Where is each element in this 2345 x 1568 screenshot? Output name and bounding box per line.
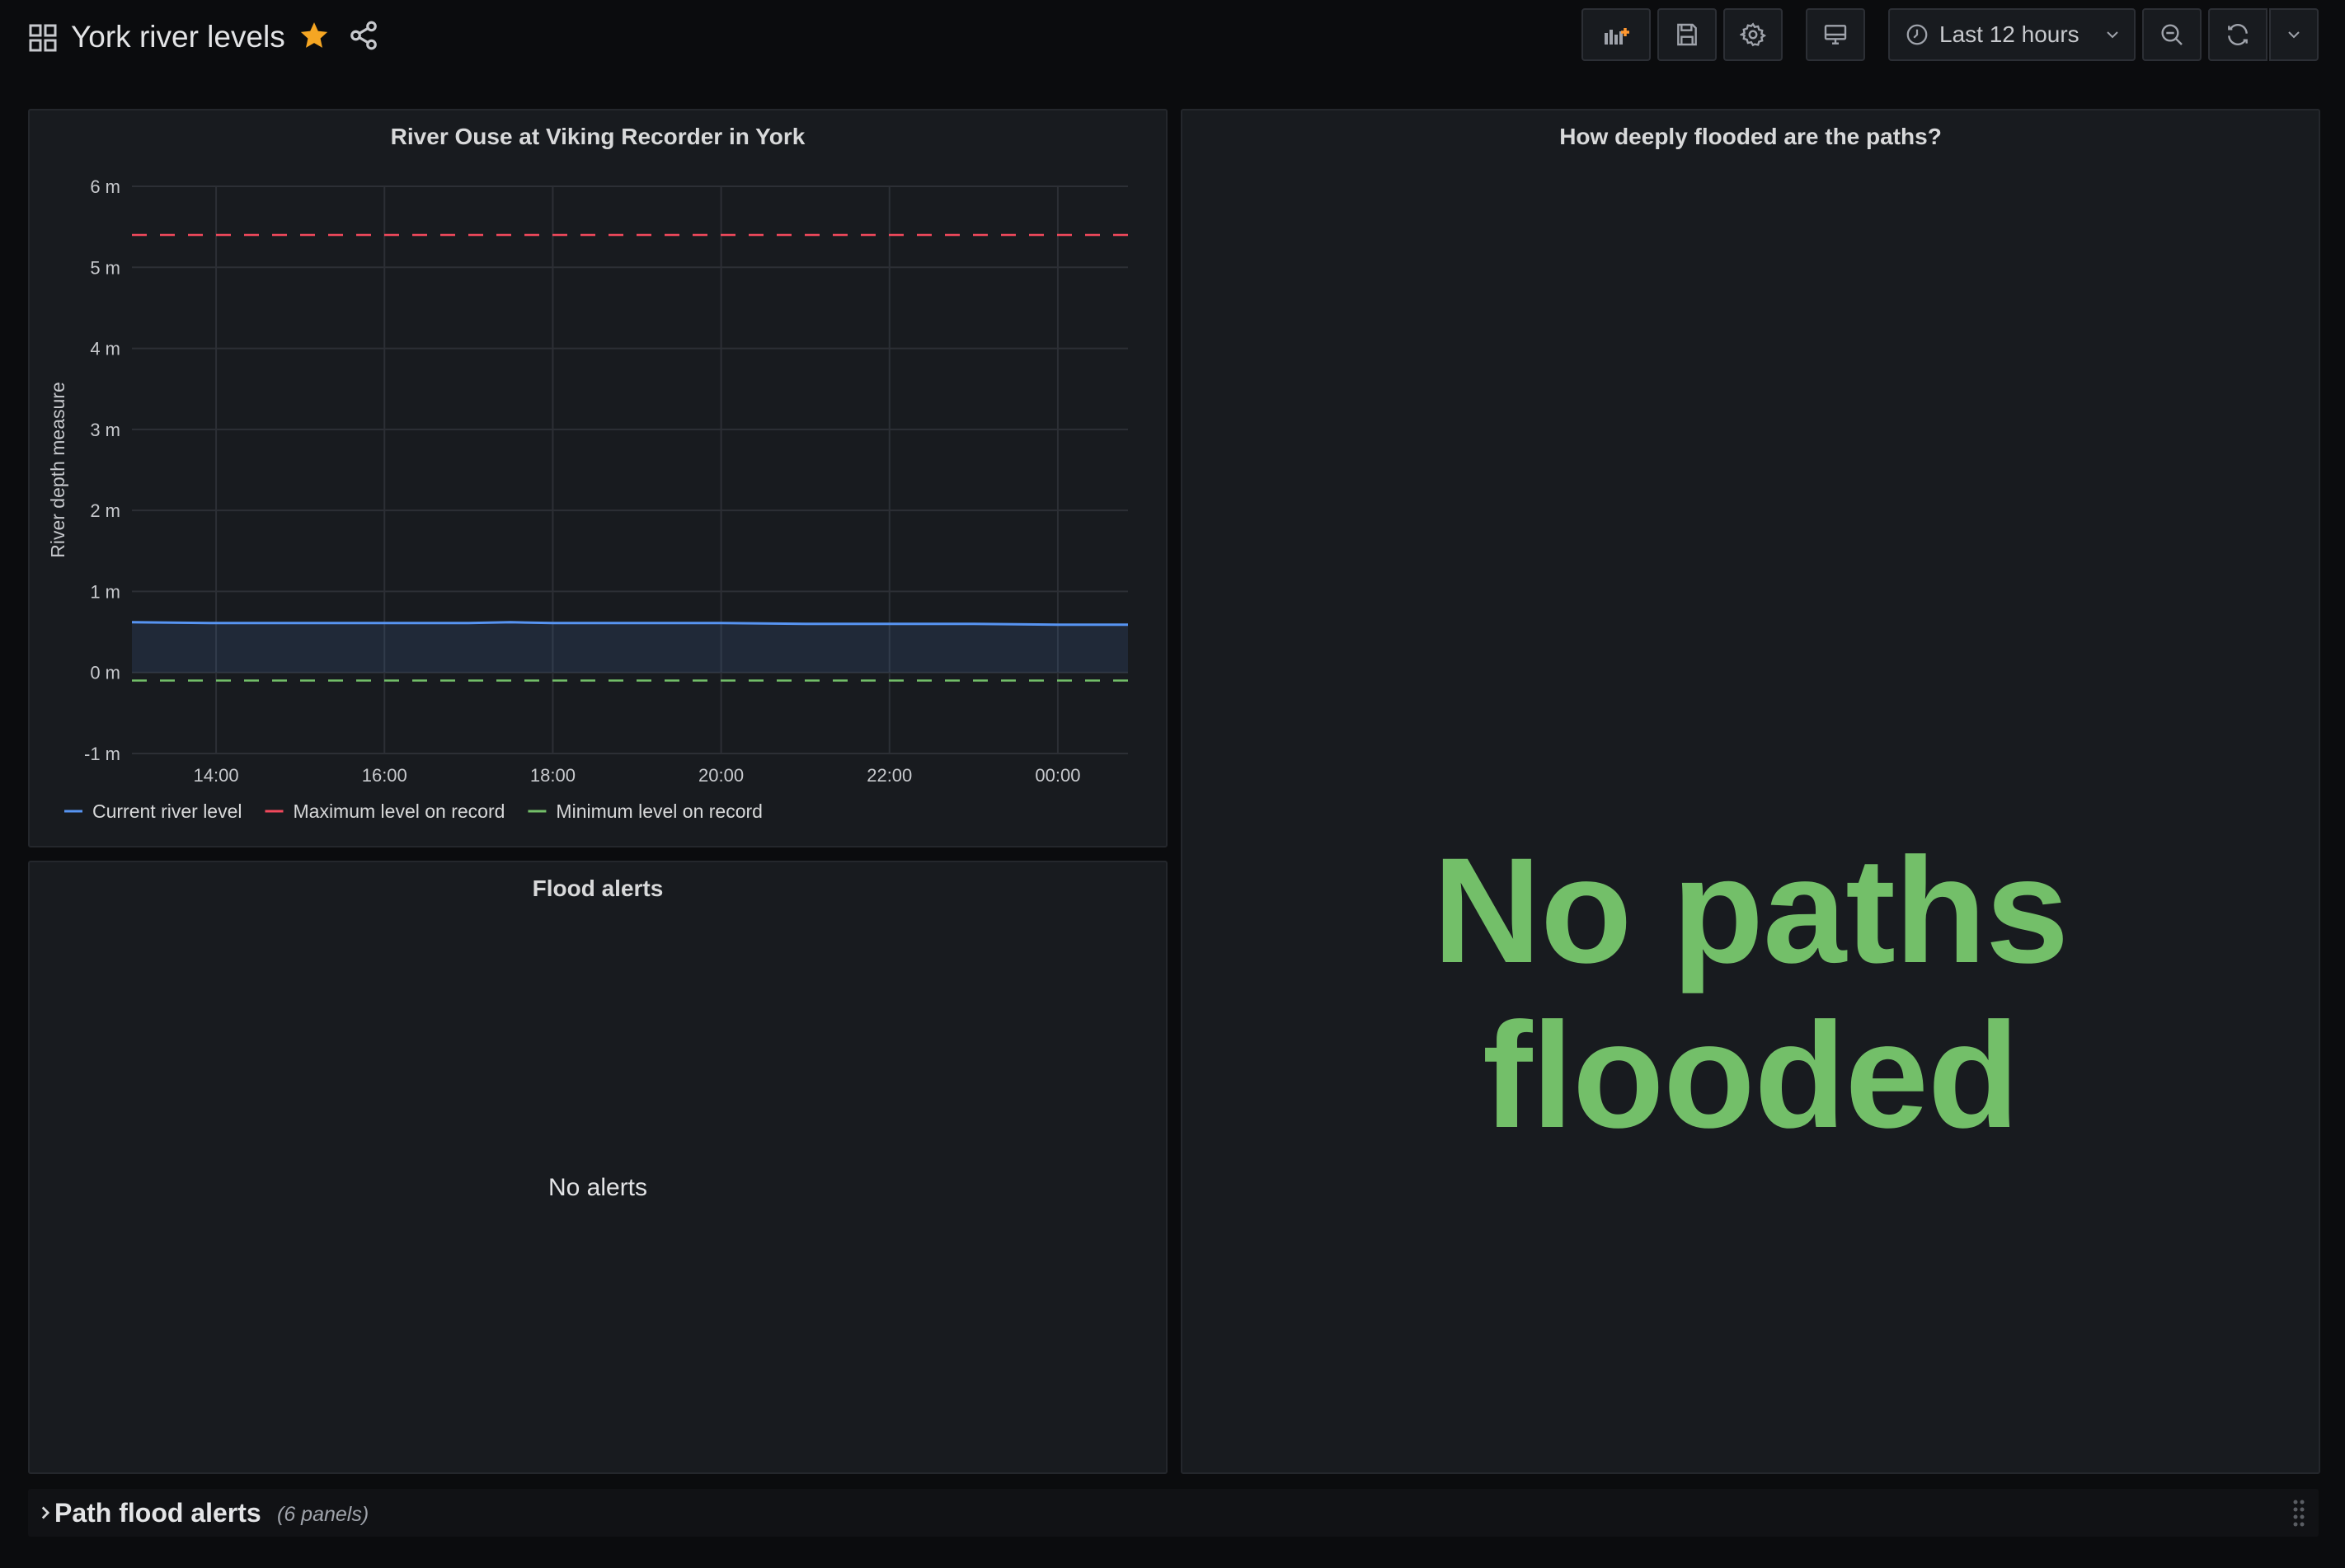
dashboard-title[interactable]: York river levels [71, 16, 285, 58]
dashboard-settings-button[interactable] [1723, 8, 1783, 61]
refresh-icon [2228, 24, 2248, 45]
clock-icon [1906, 24, 1928, 45]
row-panel-count: (6 panels) [277, 1503, 369, 1526]
time-range-picker[interactable]: Last 12 hours [1888, 8, 2136, 61]
star-icon[interactable] [298, 20, 330, 51]
add-panel-icon [1605, 28, 1629, 45]
zoom-out-icon [2161, 24, 2183, 45]
chevron-right-icon[interactable] [35, 1502, 56, 1523]
river-level-panel: River Ouse at Viking Recorder in York 6 … [28, 109, 1168, 847]
y-tick-label: 0 m [90, 663, 120, 683]
gear-icon [1740, 22, 1766, 47]
legend-item[interactable]: Minimum level on record [556, 800, 763, 822]
y-tick-label: -1 m [84, 744, 120, 764]
save-icon [1677, 23, 1697, 46]
flood-depth-panel: How deeply flooded are the paths? No pat… [1181, 109, 2320, 1474]
y-tick-label: 2 m [90, 500, 120, 521]
y-tick-label: 3 m [90, 420, 120, 440]
current-level-line [131, 621, 1128, 627]
y-tick-label: 5 m [90, 257, 120, 278]
x-tick-label: 00:00 [1035, 765, 1080, 786]
save-dashboard-button[interactable] [1657, 8, 1717, 61]
monitor-icon [1824, 25, 1847, 45]
zoom-out-button[interactable] [2142, 8, 2202, 61]
refresh-interval-dropdown[interactable] [2269, 8, 2319, 61]
legend-item[interactable]: Maximum level on record [294, 800, 505, 822]
y-tick-label: 6 m [90, 176, 120, 197]
dashboard-navbar: York river levels Last 12 hours [0, 0, 2345, 74]
legend-item[interactable]: Current river level [92, 800, 242, 822]
drag-handle-icon[interactable] [2291, 1497, 2307, 1530]
chevron-down-icon [2288, 31, 2300, 39]
flood-alerts-panel: Flood alerts No alerts [28, 861, 1168, 1474]
y-tick-label: 4 m [90, 339, 120, 359]
chevron-down-icon [2107, 31, 2118, 39]
panel-title[interactable]: How deeply flooded are the paths? [1182, 124, 2319, 150]
x-tick-label: 16:00 [362, 765, 407, 786]
x-tick-label: 20:00 [698, 765, 744, 786]
time-range-label: Last 12 hours [1939, 21, 2079, 47]
path-flood-alerts-row[interactable]: Path flood alerts (6 panels) [28, 1489, 2319, 1537]
y-tick-label: 1 m [90, 581, 120, 602]
x-tick-label: 14:00 [194, 765, 239, 786]
x-tick-label: 18:00 [530, 765, 576, 786]
row-title[interactable]: Path flood alerts [54, 1495, 261, 1530]
y-axis-label: River depth measure [47, 382, 68, 558]
x-tick-label: 22:00 [867, 765, 912, 786]
tv-mode-button[interactable] [1806, 8, 1865, 61]
panel-title[interactable]: Flood alerts [30, 876, 1166, 902]
share-icon[interactable] [348, 20, 379, 51]
river-level-chart[interactable]: 6 m 5 m 4 m 3 m 2 m 1 m 0 m -1 m 14:00 16:00 18:00… [30, 110, 1169, 849]
dashboard-grid-icon[interactable] [28, 23, 58, 53]
refresh-button[interactable] [2208, 8, 2267, 61]
flood-status-value: No paths flooded [1432, 826, 2070, 1159]
current-level-area [132, 622, 1128, 673]
add-panel-button[interactable] [1581, 8, 1651, 61]
no-alerts-message: No alerts [547, 1174, 648, 1201]
